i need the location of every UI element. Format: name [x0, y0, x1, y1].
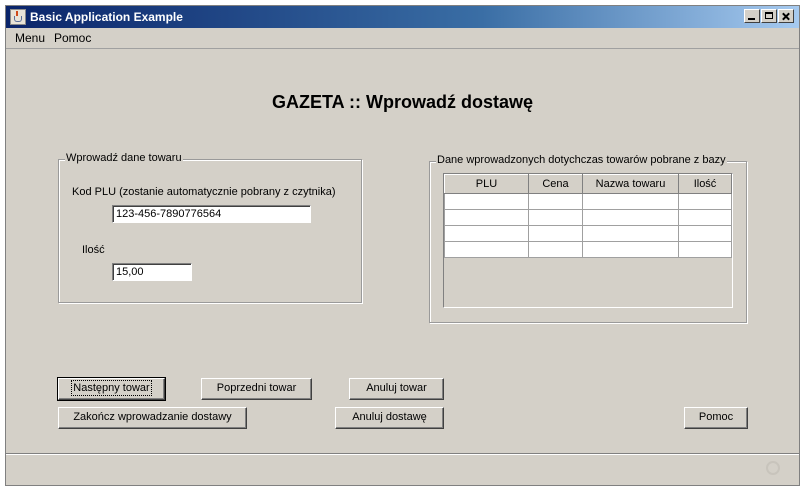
table-cell[interactable] — [582, 225, 679, 242]
table-cell[interactable] — [444, 209, 529, 226]
previous-product-button[interactable]: Poprzedni towar — [201, 378, 312, 400]
quantity-label: Ilość — [82, 244, 105, 256]
busy-indicator-icon — [766, 461, 780, 475]
table-row[interactable] — [444, 209, 732, 226]
products-table-scrollpane[interactable]: PLU Cena Nazwa towaru Ilość — [443, 173, 733, 308]
table-cell[interactable] — [678, 225, 732, 242]
table-cell[interactable] — [528, 209, 583, 226]
cancel-delivery-button[interactable]: Anuluj dostawę — [335, 407, 444, 429]
status-separator — [6, 453, 799, 455]
menu-item-help[interactable]: Pomoc — [54, 31, 91, 45]
cancel-product-button[interactable]: Anuluj towar — [349, 378, 444, 400]
previous-product-button-label: Poprzedni towar — [216, 382, 297, 394]
table-cell[interactable] — [528, 225, 583, 242]
table-cell[interactable] — [444, 193, 529, 210]
finish-delivery-button-label: Zakończ wprowadzanie dostawy — [73, 411, 232, 423]
menu-item-menu[interactable]: Menu — [15, 31, 45, 45]
table-cell[interactable] — [444, 225, 529, 242]
table-cell[interactable] — [582, 193, 679, 210]
menu-bar: Menu Pomoc — [6, 28, 799, 48]
table-row[interactable] — [444, 241, 732, 258]
table-cell[interactable] — [582, 241, 679, 258]
table-cell[interactable] — [582, 209, 679, 226]
column-header-plu[interactable]: PLU — [444, 174, 529, 194]
window-title: Basic Application Example — [30, 10, 183, 24]
plu-label: Kod PLU (zostanie automatycznie pobrany … — [72, 186, 336, 198]
java-cup-icon — [10, 9, 26, 25]
menu-separator — [6, 48, 799, 49]
table-cell[interactable] — [528, 241, 583, 258]
plu-input[interactable] — [112, 205, 311, 223]
next-product-button-label: Następny towar — [71, 380, 152, 396]
products-table[interactable]: PLU Cena Nazwa towaru Ilość — [444, 174, 732, 258]
column-header-quantity[interactable]: Ilość — [678, 174, 732, 194]
table-header-row: PLU Cena Nazwa towaru Ilość — [444, 174, 732, 194]
table-cell[interactable] — [444, 241, 529, 258]
maximize-icon[interactable] — [761, 9, 777, 23]
table-row[interactable] — [444, 193, 732, 210]
column-header-price[interactable]: Cena — [528, 174, 583, 194]
help-button[interactable]: Pomoc — [684, 407, 748, 429]
entered-products-legend: Dane wprowadzonych dotychczas towarów po… — [436, 154, 727, 166]
column-header-name[interactable]: Nazwa towaru — [582, 174, 679, 194]
title-bar[interactable]: Basic Application Example — [6, 6, 799, 28]
quantity-input[interactable] — [112, 263, 192, 281]
page-title: GAZETA :: Wprowadź dostawę — [272, 92, 533, 112]
minimize-icon[interactable] — [744, 9, 760, 23]
cancel-delivery-button-label: Anuluj dostawę — [352, 411, 427, 423]
product-input-legend: Wprowadź dane towaru — [65, 152, 183, 164]
next-product-button[interactable]: Następny towar — [57, 377, 166, 401]
table-cell[interactable] — [528, 193, 583, 210]
help-button-label: Pomoc — [698, 411, 734, 423]
product-input-group: Wprowadź dane towaru — [58, 152, 362, 303]
table-cell[interactable] — [678, 193, 732, 210]
table-cell[interactable] — [678, 241, 732, 258]
table-row[interactable] — [444, 225, 732, 242]
cancel-product-button-label: Anuluj towar — [366, 382, 427, 394]
application-window: Basic Application Example Menu Pomoc GAZ… — [5, 5, 800, 486]
close-icon[interactable] — [778, 9, 794, 23]
finish-delivery-button[interactable]: Zakończ wprowadzanie dostawy — [58, 407, 247, 429]
table-cell[interactable] — [678, 209, 732, 226]
